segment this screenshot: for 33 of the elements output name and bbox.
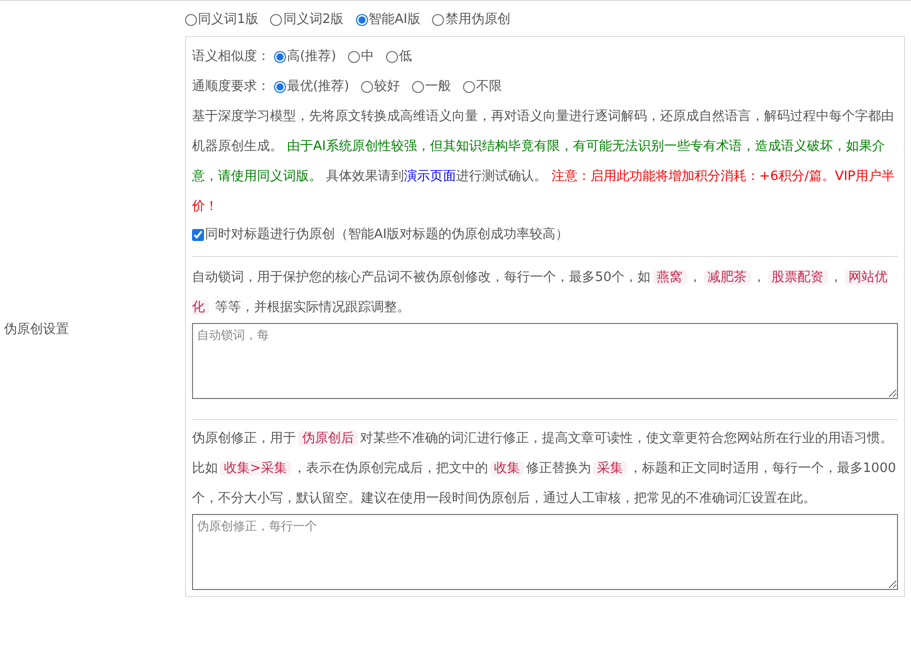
option-label: 最优(推荐) <box>287 78 350 96</box>
option-radio[interactable] <box>361 81 374 93</box>
option-radio[interactable] <box>274 51 286 63</box>
mode-radio[interactable] <box>432 14 444 26</box>
option-label: 同义词2版 <box>283 11 344 30</box>
option-label: 较好 <box>374 78 400 96</box>
mode-radio[interactable] <box>185 14 197 26</box>
option-radio[interactable] <box>386 51 398 63</box>
option-radio[interactable] <box>412 81 424 93</box>
demo-page-link[interactable]: 演示页面 <box>404 169 456 184</box>
setting-label: 通顺度要求： <box>192 78 270 96</box>
lock-words-description: 自动锁词，用于保护您的核心产品词不被伪原创修改，每行一个，最多50个，如 燕窝 ， 减肥茶 ， 股票配资 ， 网站优化 等等，并根据实际情况跟踪调整。 <box>192 269 889 317</box>
option-label: 同义词1版 <box>198 11 258 30</box>
option-label: 禁用伪原创 <box>445 11 510 30</box>
option-label: 高(推荐) <box>287 48 336 66</box>
corrections-field[interactable]: 伪原创修正，每行一个 <box>192 514 898 590</box>
option-radio[interactable] <box>274 81 286 93</box>
option-label: 一般 <box>425 78 452 96</box>
corrections-description: 伪原创修正，用于 伪原创后 对某些不准确的词汇进行修正，提高文章可读性，使文章更符合您网站所在行业的用语习惯。比如 收集>采集 ，表示在伪原创完成后，把文中的 收集 修正替换为 采集 ，标题和正文同时适用，每行一个，最多1000个，不分大小写，默认留空。建议在使用一段时间伪原创后，通过人工审核，把常见的不准确词汇设置在此。 <box>192 430 897 508</box>
checkbox-label: 同时对标题进行伪原创（智能AI版对标题的伪原创成功率较高） <box>205 226 569 244</box>
option-label: 中 <box>361 48 374 66</box>
mode-radio[interactable] <box>270 14 282 26</box>
lock-words-field[interactable]: 自动锁词，每 <box>192 323 898 399</box>
setting-label: 语义相似度： <box>192 48 270 66</box>
option-radio[interactable] <box>463 81 476 93</box>
mode-radio[interactable] <box>356 14 368 26</box>
option-label: 智能AI版 <box>368 11 420 30</box>
option-label: 低 <box>399 48 412 66</box>
section-label: 伪原创设置 <box>4 320 69 339</box>
title-rewrite-checkbox[interactable] <box>192 229 204 241</box>
option-label: 不限 <box>476 78 502 96</box>
feature-description: 基于深度学习模型，先将原文转换成高维语义向量，再对语义向量进行逐词解码，还原成自然语言，解码过程中每个字都由机器原创生成。 由于AI系统原创性较强，但其知识结构毕竟有限，有可能无法识别一些专有术语，造成语义破坏，如果介意，请使用同义词版。 具体效果请到演示页面进行测试确认。 注意：启用此功能将增加积分消耗：+6积分/篇。VIP用户半价！ <box>192 108 896 216</box>
option-radio[interactable] <box>348 51 360 63</box>
